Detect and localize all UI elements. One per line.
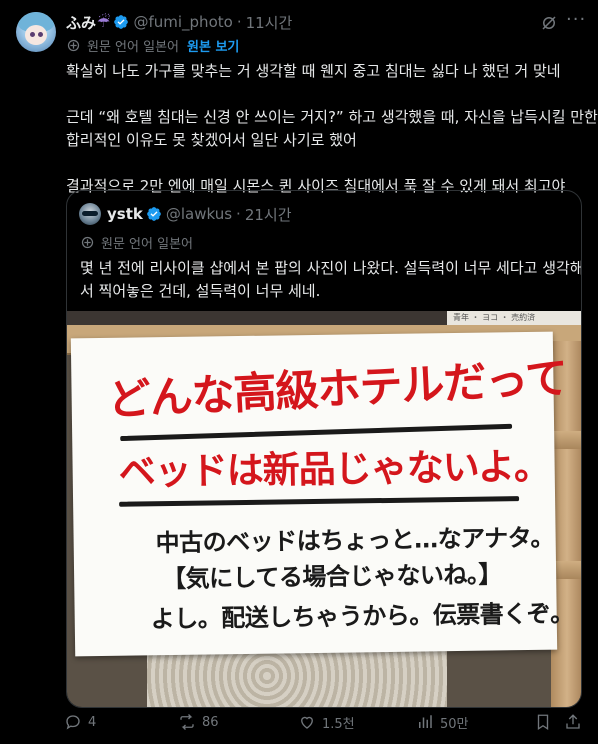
like-button[interactable]: 1.5천 [298, 713, 355, 732]
author-emoji: ☔ [97, 13, 111, 31]
translation-notice: 원문 언어 일본어 원본 보기 [66, 36, 239, 55]
price-tag: 青年 ・ ヨコ ・ 売約済 [447, 311, 581, 325]
quoted-photo[interactable]: 青年 ・ ヨコ ・ 売約済 どんな高級ホテルだって ベッドは新品じゃないよ。 中… [67, 311, 581, 707]
post-text-line: 합리적인 이유도 못 찾겠어서 일단 사기로 했어 [66, 131, 357, 149]
author-handle[interactable]: @fumi_photo [133, 13, 232, 31]
sign-line: ベッドは新品じゃないよ。 [118, 444, 551, 494]
post-text: 확실히 나도 가구를 맞추는 거 생각할 때 웬지 중고 침대는 싫다 나 했던… [66, 60, 598, 198]
translation-label: 원문 언어 일본어 [87, 39, 179, 55]
quoted-translation-notice: 원문 언어 일본어 [80, 233, 193, 252]
bookmark-icon [537, 714, 549, 731]
post-timestamp[interactable]: 11시간 [246, 12, 293, 33]
separator-dot: · [236, 13, 242, 31]
quoted-post-header: ystk @lawkus · 21시간 [107, 204, 292, 224]
verified-badge-icon [114, 15, 129, 29]
share-button[interactable] [564, 713, 588, 731]
views-icon [419, 715, 432, 728]
grok-icon[interactable] [540, 14, 558, 32]
action-bar: 4 86 1.5천 50만 [64, 708, 584, 736]
quoted-text-line: 서 찍어놓은 건데, 설득력이 너무 세네. [80, 282, 321, 300]
sign-line: 中古のベッドはちょっと…なアナタ。 [155, 523, 555, 558]
reply-count: 4 [88, 714, 97, 730]
verified-badge-icon [147, 207, 161, 221]
author-avatar[interactable] [16, 12, 56, 52]
post-text-line: 확실히 나도 가구를 맞추는 거 생각할 때 웬지 중고 침대는 싫다 나 했던… [66, 62, 561, 80]
quoted-translation-label: 원문 언어 일본어 [101, 237, 193, 252]
quoted-post-text: 몇 년 전에 리사이클 샵에서 본 팝의 사진이 나왔다. 설득력이 너무 세다… [80, 257, 582, 303]
repost-count: 86 [202, 714, 219, 730]
reply-icon [66, 715, 80, 730]
quoted-post[interactable]: ystk @lawkus · 21시간 원문 언어 일본어 몇 년 전에 리사이… [66, 190, 582, 708]
sign-line: よし。配送しちゃうから。伝票書くぞ。 [150, 599, 574, 634]
author-name[interactable]: ふみ [66, 12, 96, 33]
quoted-text-line: 몇 년 전에 리사이클 샵에서 본 팝의 사진이 나왔다. 설득력이 너무 세다… [80, 259, 582, 277]
sign-line: 【気にしてる場合じゃないね。】 [161, 560, 503, 594]
post-header: ふみ ☔ @fumi_photo · 11시간 [66, 11, 582, 33]
share-icon [566, 714, 580, 729]
translate-icon [67, 39, 80, 51]
views-button[interactable]: 50만 [416, 713, 469, 732]
quoted-author-avatar[interactable] [79, 203, 101, 225]
show-original-link[interactable]: 원본 보기 [187, 36, 239, 55]
repost-icon [180, 714, 194, 730]
quoted-post-timestamp[interactable]: 21시간 [245, 204, 292, 225]
bookmark-button[interactable] [534, 713, 558, 731]
separator-dot: · [236, 205, 241, 223]
post-text-line: 근데 “왜 호텔 침대는 신경 안 쓰이는 거지?” 하고 생각했을 때, 자신… [66, 108, 598, 126]
quoted-author-handle[interactable]: @lawkus [166, 205, 232, 223]
more-icon[interactable]: ··· [566, 11, 585, 32]
sign-underline [119, 496, 520, 507]
repost-button[interactable]: 86 [178, 713, 219, 731]
like-count: 1.5천 [322, 716, 355, 732]
like-icon [301, 716, 313, 729]
quoted-author-name[interactable]: ystk [107, 205, 143, 223]
sign-line: どんな高級ホテルだって [106, 353, 569, 426]
translate-icon [81, 236, 94, 249]
reply-button[interactable]: 4 [64, 713, 96, 731]
handwritten-sign: どんな高級ホテルだって ベッドは新品じゃないよ。 中古のベッドはちょっと…なアナ… [70, 331, 574, 657]
views-count: 50만 [440, 716, 469, 732]
